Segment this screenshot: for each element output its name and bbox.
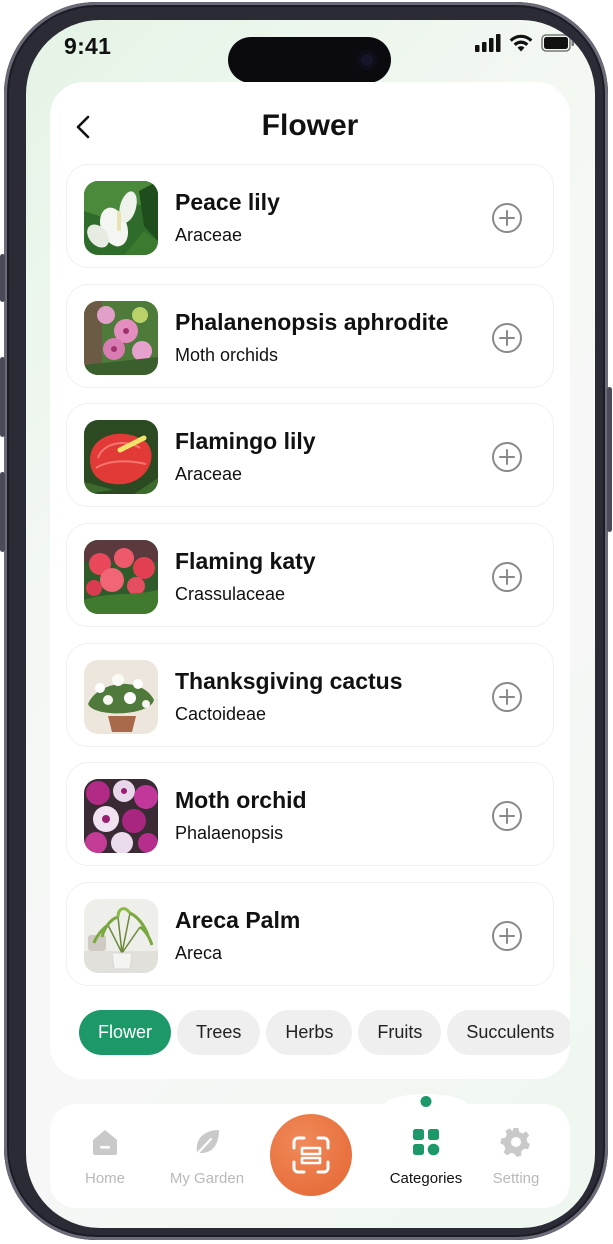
plant-row[interactable]: Thanksgiving cactus Cactoideae [66,642,554,747]
chip-fruits[interactable]: Fruits [358,1010,442,1055]
plant-thumbnail [84,540,158,615]
plant-list-card: Flower Peace lily Araceae Phalanenopsis … [50,82,570,1079]
category-chips: Flower Trees Herbs Fruits Succulents [79,1010,570,1056]
front-camera [357,50,377,70]
nav-setting[interactable]: Setting [466,1104,566,1208]
add-plant-icon[interactable] [491,920,523,952]
signal-icon [475,34,501,52]
phone-frame: 9:41 Flower Peace lily Araceae Phalaneno… [0,2,612,1240]
chip-trees[interactable]: Trees [177,1010,261,1055]
plant-family: Araceae [175,225,243,245]
add-plant-icon[interactable] [491,202,523,234]
plant-row[interactable]: Flaming katy Crassulaceae [66,523,554,628]
home-icon [93,1130,117,1155]
plant-row[interactable]: Peace lily Araceae [66,164,554,268]
plant-family: Moth orchids [175,344,279,365]
screen: 9:41 Flower Peace lily Araceae Phalaneno… [26,20,595,1228]
status-time: 9:41 [64,33,112,59]
volume-up-button [0,357,5,437]
add-plant-icon[interactable] [491,800,523,832]
plant-thumbnail [84,181,158,255]
nav-categories[interactable]: Categories [376,1096,476,1208]
plant-family: Areca [175,943,223,964]
scan-button[interactable] [270,1114,352,1196]
plant-row[interactable]: Moth orchid Phalaenopsis [66,762,554,867]
plant-name: Moth orchid [175,787,307,814]
nav-my-garden[interactable]: My Garden [157,1104,257,1208]
add-plant-icon[interactable] [491,561,523,593]
active-indicator-dot [420,1096,432,1107]
plant-name: Flaming katy [175,548,316,575]
battery-icon [541,34,574,52]
page-title: Flower [261,109,359,142]
plant-thumbnail [84,300,158,375]
volume-down-button [0,472,5,552]
plant-thumbnail [84,420,158,495]
grid-icon [413,1129,440,1156]
plant-row[interactable]: Flamingo lily Araceae [66,403,554,508]
leaf-icon [195,1130,219,1156]
add-plant-icon[interactable] [491,681,523,713]
gear-icon [500,1128,530,1157]
plant-name: Peace lily [175,189,280,215]
chip-herbs[interactable]: Herbs [266,1010,353,1055]
chip-succulents[interactable]: Succulents [447,1010,570,1055]
plant-row[interactable]: Areca Palm Areca [66,882,554,987]
plant-name: Areca Palm [175,907,301,934]
nav-label: Home [84,1170,125,1187]
plant-thumbnail [84,779,158,854]
plant-family: Araceae [175,464,243,485]
plant-list: Peace lily Araceae Phalanenopsis aphrodi… [66,164,554,1002]
plant-family: Crassulaceae [175,584,286,605]
status-icons [475,34,575,52]
power-button [607,387,612,532]
action-button [0,254,5,302]
nav-home[interactable]: Home [55,1104,155,1208]
plant-thumbnail [84,659,158,734]
nav-label: Setting [492,1170,540,1187]
plant-name: Thanksgiving cactus [175,667,403,694]
bottom-nav: Home My Garden Categories Setting [50,1094,570,1208]
plant-row[interactable]: Phalanenopsis aphrodite Moth orchids [66,283,554,388]
wifi-icon [509,34,533,52]
plant-family: Phalaenopsis [175,823,284,844]
add-plant-icon[interactable] [491,322,523,354]
plant-thumbnail [84,899,158,974]
nav-label: Categories [389,1170,463,1187]
plant-name: Phalanenopsis aphrodite [175,308,449,335]
plant-name: Flamingo lily [175,428,316,455]
add-plant-icon[interactable] [491,441,523,473]
scan-icon [292,1136,330,1174]
plant-family: Cactoideae [175,703,267,724]
chip-flower[interactable]: Flower [79,1010,172,1055]
dynamic-island [228,37,391,83]
nav-label: My Garden [169,1170,245,1187]
